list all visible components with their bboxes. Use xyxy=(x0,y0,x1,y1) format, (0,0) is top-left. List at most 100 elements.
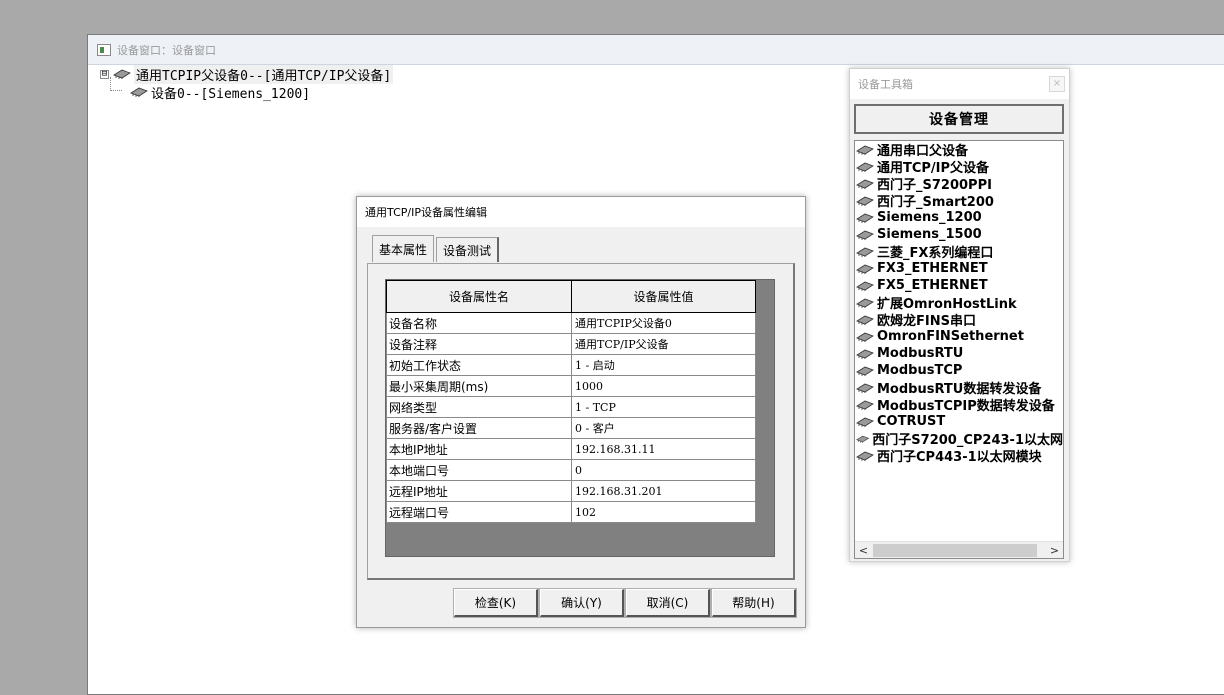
dialog-tabs: 基本属性 设备测试 xyxy=(372,235,500,262)
device-toolbox: 设备工具箱 × 设备管理 通用串口父设备 通用TCP/IP父设备 西门子_S7200… xyxy=(849,68,1070,562)
toolbox-item[interactable]: Siemens_1200 xyxy=(855,209,1063,226)
chip-icon xyxy=(856,315,874,325)
property-value-cell[interactable]: 192.168.31.201 xyxy=(571,480,756,502)
close-icon[interactable]: × xyxy=(1049,76,1065,92)
tree-node-child[interactable]: 设备0--[Siemens_1200] xyxy=(100,77,393,102)
confirm-button[interactable]: 确认(Y) xyxy=(539,588,625,618)
tab-panel: 设备属性名 设备属性值 设备名称 通用TCPIP父设备0 设备注释 通用TCP/IP父… xyxy=(367,263,795,580)
chip-icon xyxy=(856,196,874,206)
column-header-name: 设备属性名 xyxy=(386,280,572,313)
toolbox-items: 通用串口父设备 通用TCP/IP父设备 西门子_S7200PPI 西门子_Smart2… xyxy=(855,141,1063,465)
chip-icon xyxy=(856,366,874,376)
table-row[interactable]: 初始工作状态 1 - 启动 xyxy=(386,354,756,376)
property-name-cell: 最小采集周期(ms) xyxy=(386,375,572,397)
toolbox-item[interactable]: 三菱_FX系列编程口 xyxy=(855,243,1063,261)
chip-icon xyxy=(856,213,874,223)
check-button[interactable]: 检查(K) xyxy=(453,588,539,618)
toolbox-item[interactable]: 西门子CP443-1以太网模块 xyxy=(855,447,1063,465)
property-rows: 设备名称 通用TCPIP父设备0 设备注释 通用TCP/IP父设备 初始工作状态 1 - … xyxy=(386,312,756,523)
cancel-button[interactable]: 取消(C) xyxy=(625,588,711,618)
property-name-cell: 设备名称 xyxy=(386,312,572,334)
toolbox-item[interactable]: 西门子S7200_CP243-1以太网 xyxy=(855,430,1063,448)
dialog-button-row: 检查(K) 确认(Y) 取消(C) 帮助(H) xyxy=(453,588,798,618)
property-name-cell: 远程IP地址 xyxy=(386,480,572,502)
toolbox-item[interactable]: 扩展OmronHostLink xyxy=(855,294,1063,312)
property-value-cell[interactable]: 1 - TCP xyxy=(571,396,756,418)
toolbox-titlebar[interactable]: 设备工具箱 × xyxy=(850,69,1069,99)
table-row[interactable]: 本地端口号 0 xyxy=(386,459,756,481)
table-row[interactable]: 本地IP地址 192.168.31.11 xyxy=(386,438,756,460)
chip-icon xyxy=(856,281,874,291)
column-header-value: 设备属性值 xyxy=(571,280,756,313)
table-row[interactable]: 最小采集周期(ms) 1000 xyxy=(386,375,756,397)
collapse-icon[interactable]: ⊟ xyxy=(100,69,109,79)
dialog-titlebar[interactable]: 通用TCP/IP设备属性编辑 xyxy=(357,197,805,227)
chip-icon xyxy=(856,417,874,427)
toolbox-item-label: Siemens_1500 xyxy=(877,227,982,242)
toolbox-item[interactable]: Siemens_1500 xyxy=(855,226,1063,243)
property-value-cell[interactable]: 1000 xyxy=(571,375,756,397)
chip-icon xyxy=(856,179,874,189)
toolbox-item-label: 西门子_Smart200 xyxy=(877,195,994,210)
toolbox-item-label: Siemens_1200 xyxy=(877,210,982,225)
toolbox-item[interactable]: 西门子_S7200PPI xyxy=(855,175,1063,193)
toolbox-item[interactable]: ModbusTCPIP数据转发设备 xyxy=(855,396,1063,414)
horizontal-scrollbar[interactable]: < > xyxy=(855,541,1063,558)
toolbox-item-label: 三菱_FX系列编程口 xyxy=(877,246,994,261)
property-value-cell[interactable]: 102 xyxy=(571,501,756,523)
property-value-cell[interactable]: 通用TCP/IP父设备 xyxy=(571,333,756,355)
toolbox-item-label: FX3_ETHERNET xyxy=(877,261,988,276)
toolbox-item[interactable]: ModbusTCP xyxy=(855,362,1063,379)
help-button[interactable]: 帮助(H) xyxy=(711,588,797,618)
scroll-right-icon[interactable]: > xyxy=(1046,544,1063,557)
property-grid: 设备属性名 设备属性值 设备名称 通用TCPIP父设备0 设备注释 通用TCP/IP父… xyxy=(385,279,775,557)
property-value-cell[interactable]: 通用TCPIP父设备0 xyxy=(571,312,756,334)
toolbox-item[interactable]: FX3_ETHERNET xyxy=(855,260,1063,277)
toolbox-item[interactable]: 通用串口父设备 xyxy=(855,141,1063,159)
tab-basic-properties[interactable]: 基本属性 xyxy=(372,235,435,262)
property-value-cell[interactable]: 1 - 启动 xyxy=(571,354,756,376)
property-name-cell: 网络类型 xyxy=(386,396,572,418)
table-row[interactable]: 远程端口号 102 xyxy=(386,501,756,523)
toolbox-item[interactable]: COTRUST xyxy=(855,413,1063,430)
toolbox-item-label: 西门子CP443-1以太网模块 xyxy=(877,450,1042,465)
toolbox-item[interactable]: 通用TCP/IP父设备 xyxy=(855,158,1063,176)
toolbox-item-label: ModbusTCPIP数据转发设备 xyxy=(877,399,1055,414)
toolbox-item[interactable]: 欧姆龙FINS串口 xyxy=(855,311,1063,329)
chip-icon xyxy=(856,230,874,240)
table-row[interactable]: 服务器/客户设置 0 - 客户 xyxy=(386,417,756,439)
toolbox-item[interactable]: ModbusRTU数据转发设备 xyxy=(855,379,1063,397)
tab-device-test[interactable]: 设备测试 xyxy=(436,237,500,262)
toolbox-item[interactable]: FX5_ETHERNET xyxy=(855,277,1063,294)
scroll-thumb[interactable] xyxy=(873,543,1037,557)
toolbox-item[interactable]: ModbusRTU xyxy=(855,345,1063,362)
chip-icon xyxy=(856,247,874,257)
chip-icon xyxy=(856,400,874,410)
property-name-cell: 设备注释 xyxy=(386,333,572,355)
device-management-button[interactable]: 设备管理 xyxy=(854,104,1064,134)
tree-node-parent[interactable]: ⊟ 通用TCPIP父设备0--[通用TCP/IP父设备] xyxy=(100,64,394,84)
property-table: 设备属性名 设备属性值 设备名称 通用TCPIP父设备0 设备注释 通用TCP/IP父… xyxy=(386,280,756,523)
table-row[interactable]: 设备注释 通用TCP/IP父设备 xyxy=(386,333,756,355)
device-window-titlebar[interactable]: 设备窗口：设备窗口 xyxy=(88,35,1224,65)
chip-icon xyxy=(856,162,874,172)
property-value-cell[interactable]: 0 - 客户 xyxy=(571,417,756,439)
property-value-cell[interactable]: 0 xyxy=(571,459,756,481)
tree-node-parent-label[interactable]: 通用TCPIP父设备0--[通用TCP/IP父设备] xyxy=(134,64,394,84)
toolbox-item[interactable]: OmronFINSethernet xyxy=(855,328,1063,345)
table-row[interactable]: 远程IP地址 192.168.31.201 xyxy=(386,480,756,502)
table-row[interactable]: 网络类型 1 - TCP xyxy=(386,396,756,418)
tree-connector xyxy=(110,77,122,91)
scroll-left-icon[interactable]: < xyxy=(855,544,872,557)
chip-icon xyxy=(856,451,874,461)
chip-icon xyxy=(856,145,874,155)
property-edit-dialog: 通用TCP/IP设备属性编辑 基本属性 设备测试 设备属性名 设备属性值 设备名… xyxy=(356,196,806,628)
table-row[interactable]: 设备名称 通用TCPIP父设备0 xyxy=(386,312,756,334)
toolbox-item[interactable]: 西门子_Smart200 xyxy=(855,192,1063,210)
chip-icon xyxy=(856,435,870,443)
tree-node-child-label[interactable]: 设备0--[Siemens_1200] xyxy=(151,83,310,102)
toolbox-item-label: 欧姆龙FINS串口 xyxy=(877,314,976,329)
property-value-cell[interactable]: 192.168.31.11 xyxy=(571,438,756,460)
chip-icon xyxy=(856,383,874,393)
toolbox-item-label: ModbusRTU xyxy=(877,346,964,361)
